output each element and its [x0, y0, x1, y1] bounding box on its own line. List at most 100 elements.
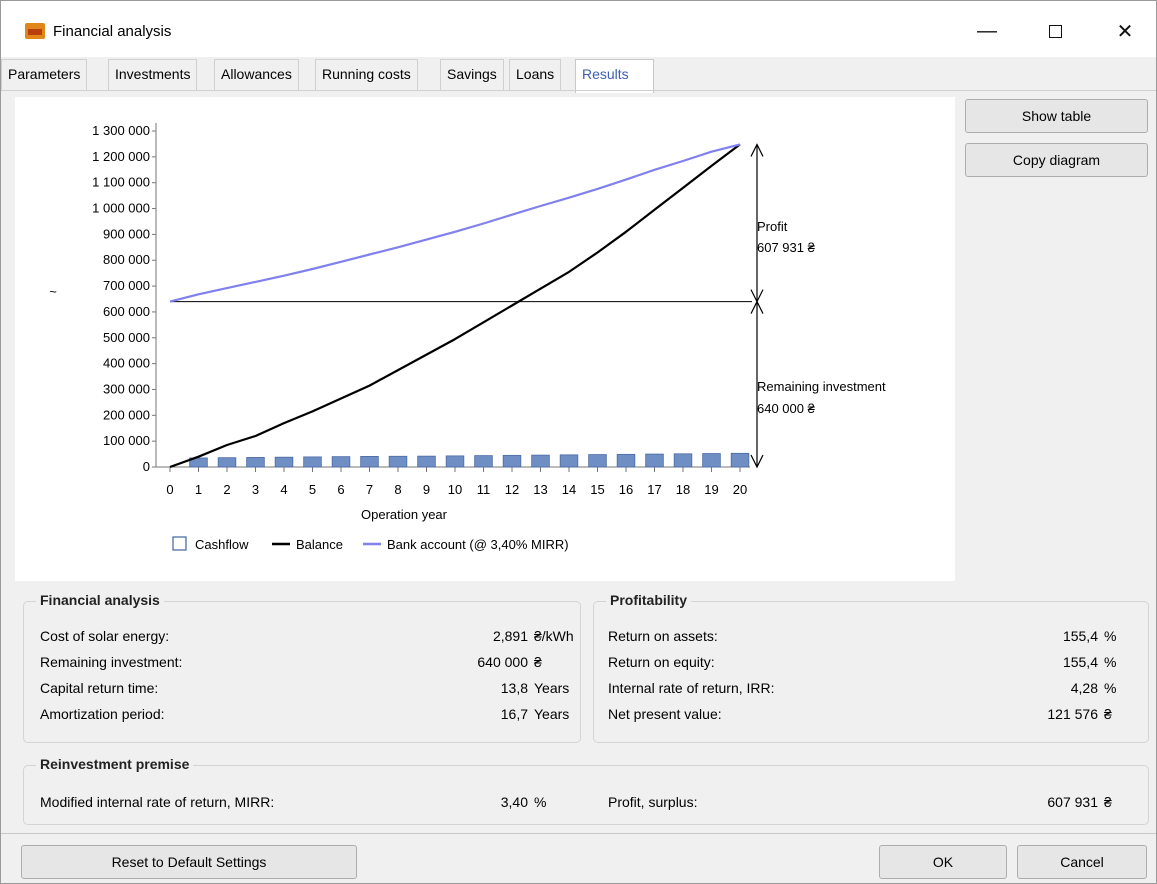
x-axis: 0 1 2 3 4 5 6 7 8 9 10 11 12 13 14 15 16 17 18 19 20 [156, 301, 752, 497]
amortization-period-unit: Years [534, 706, 570, 722]
cashflow-bar [730, 452, 750, 468]
x-tick-label: 7 [366, 482, 373, 497]
maximize-button[interactable] [1035, 13, 1075, 49]
financial-analysis-group-title: Financial analysis [36, 592, 164, 608]
close-button[interactable]: ✕ [1105, 13, 1145, 49]
y-tick-label: 600 000 [103, 304, 150, 319]
legend-cashflow-label: Cashflow [195, 537, 249, 552]
series-lines [169, 143, 741, 469]
cashflow-bar [559, 454, 579, 468]
chart-annotations: Profit 607 931 ₴ Remaining investment 64… [750, 143, 886, 469]
amortization-period-label: Amortization period: [40, 706, 165, 722]
irr-value: 4,28 [1070, 680, 1098, 696]
return-on-assets-value: 155,4 [1062, 628, 1098, 644]
cancel-button[interactable]: Cancel [1017, 845, 1147, 879]
cashflow-bar [360, 456, 379, 468]
tab-parameters[interactable]: Parameters [1, 59, 88, 91]
show-table-button[interactable]: Show table [965, 99, 1148, 133]
cashflow-bar [474, 455, 493, 468]
financial-analysis-group: Financial analysis Cost of solar energy:… [23, 592, 581, 743]
window-title: Financial analysis [53, 23, 172, 40]
cashflow-bar [616, 453, 636, 468]
x-tick-label: 19 [704, 482, 718, 497]
mirr-value: 3,40 [500, 794, 528, 810]
return-on-assets-label: Return on assets: [608, 628, 718, 644]
tab-results[interactable]: Results [575, 59, 654, 93]
x-tick-label: 6 [337, 482, 344, 497]
remaining-investment-unit: ₴ [534, 654, 542, 670]
ok-button[interactable]: OK [879, 845, 1007, 879]
tab-investments[interactable]: Investments [108, 59, 198, 91]
x-tick-label: 18 [676, 482, 690, 497]
y-tick-label: 900 000 [103, 226, 150, 241]
balance-line [169, 143, 741, 469]
financial-analysis-window: Financial analysis — ✕ Parameters Invest… [0, 0, 1157, 884]
remaining-investment-annotation-label: Remaining investment [757, 379, 886, 394]
profit-surplus-value: 607 931 [1047, 794, 1098, 810]
profitability-group-title: Profitability [606, 592, 692, 608]
x-tick-label: 0 [166, 482, 173, 497]
cashflow-bars [189, 452, 750, 468]
x-tick-label: 13 [533, 482, 547, 497]
cashflow-bar [502, 454, 522, 468]
cashflow-bar [246, 457, 265, 468]
x-tick-label: 10 [448, 482, 462, 497]
capital-return-time-unit: Years [534, 680, 570, 696]
profitability-group: Profitability Return on assets: 155,4 % … [593, 592, 1149, 743]
return-on-equity-label: Return on equity: [608, 654, 715, 670]
profit-annotation-value: 607 931 ₴ [757, 240, 816, 255]
y-tick-label: 300 000 [103, 381, 150, 396]
x-tick-label: 16 [619, 482, 633, 497]
tab-loans[interactable]: Loans [509, 59, 562, 91]
app-icon [25, 23, 45, 39]
y-tick-label: 800 000 [103, 252, 150, 267]
x-tick-label: 4 [280, 482, 287, 497]
minimize-button[interactable]: — [967, 13, 1007, 49]
cashflow-bar [673, 453, 693, 468]
x-tick-label: 5 [309, 482, 316, 497]
remaining-investment-label: Remaining investment: [40, 654, 183, 670]
cashflow-bar [388, 455, 408, 468]
mirr-unit: % [534, 794, 547, 810]
net-present-value-label: Net present value: [608, 706, 722, 722]
cashflow-bar [645, 453, 664, 468]
y-axis-title: ~ [49, 284, 57, 299]
irr-unit: % [1104, 680, 1117, 696]
irr-label: Internal rate of return, IRR: [608, 680, 775, 696]
profit-annotation-label: Profit [757, 219, 788, 234]
x-tick-label: 15 [590, 482, 604, 497]
cost-of-solar-energy-value: 2,891 [492, 628, 528, 644]
bank-account-line [169, 143, 741, 303]
reset-to-default-button[interactable]: Reset to Default Settings [21, 845, 357, 879]
x-tick-label: 17 [647, 482, 661, 497]
cost-of-solar-energy-label: Cost of solar energy: [40, 628, 170, 644]
x-tick-label: 3 [252, 482, 259, 497]
tab-savings[interactable]: Savings [440, 59, 504, 91]
x-tick-label: 9 [423, 482, 430, 497]
cashflow-bar [531, 454, 550, 468]
footer-divider [1, 833, 1156, 834]
reinvestment-premise-group: Reinvestment premise Modified internal r… [23, 756, 1149, 825]
y-tick-label: 200 000 [103, 407, 150, 422]
x-tick-label: 14 [562, 482, 576, 497]
cashflow-bar [588, 454, 607, 468]
x-tick-label: 2 [223, 482, 230, 497]
y-tick-label: 1 200 000 [92, 149, 150, 164]
x-tick-label: 11 [477, 482, 491, 497]
y-tick-label: 1 300 000 [92, 123, 150, 138]
copy-diagram-button[interactable]: Copy diagram [965, 143, 1148, 177]
close-icon: ✕ [1116, 20, 1134, 43]
amortization-period-value: 16,7 [500, 706, 528, 722]
profit-surplus-unit: ₴ [1104, 794, 1112, 810]
remaining-investment-value: 640 000 [477, 654, 528, 670]
tab-allowances[interactable]: Allowances [214, 59, 299, 91]
net-present-value-value: 121 576 [1047, 706, 1098, 722]
x-tick-label: 12 [505, 482, 519, 497]
profit-surplus-label: Profit, surplus: [608, 794, 698, 810]
title-bar[interactable]: Financial analysis — ✕ [1, 1, 1156, 57]
cashflow-bar [445, 455, 465, 468]
remaining-investment-annotation-value: 640 000 ₴ [757, 401, 816, 416]
tab-running-costs[interactable]: Running costs [315, 59, 418, 91]
cashflow-bar [303, 456, 322, 468]
results-chart: 0 100 000 200 000 300 000 400 000 500 000 600 … [15, 97, 955, 581]
